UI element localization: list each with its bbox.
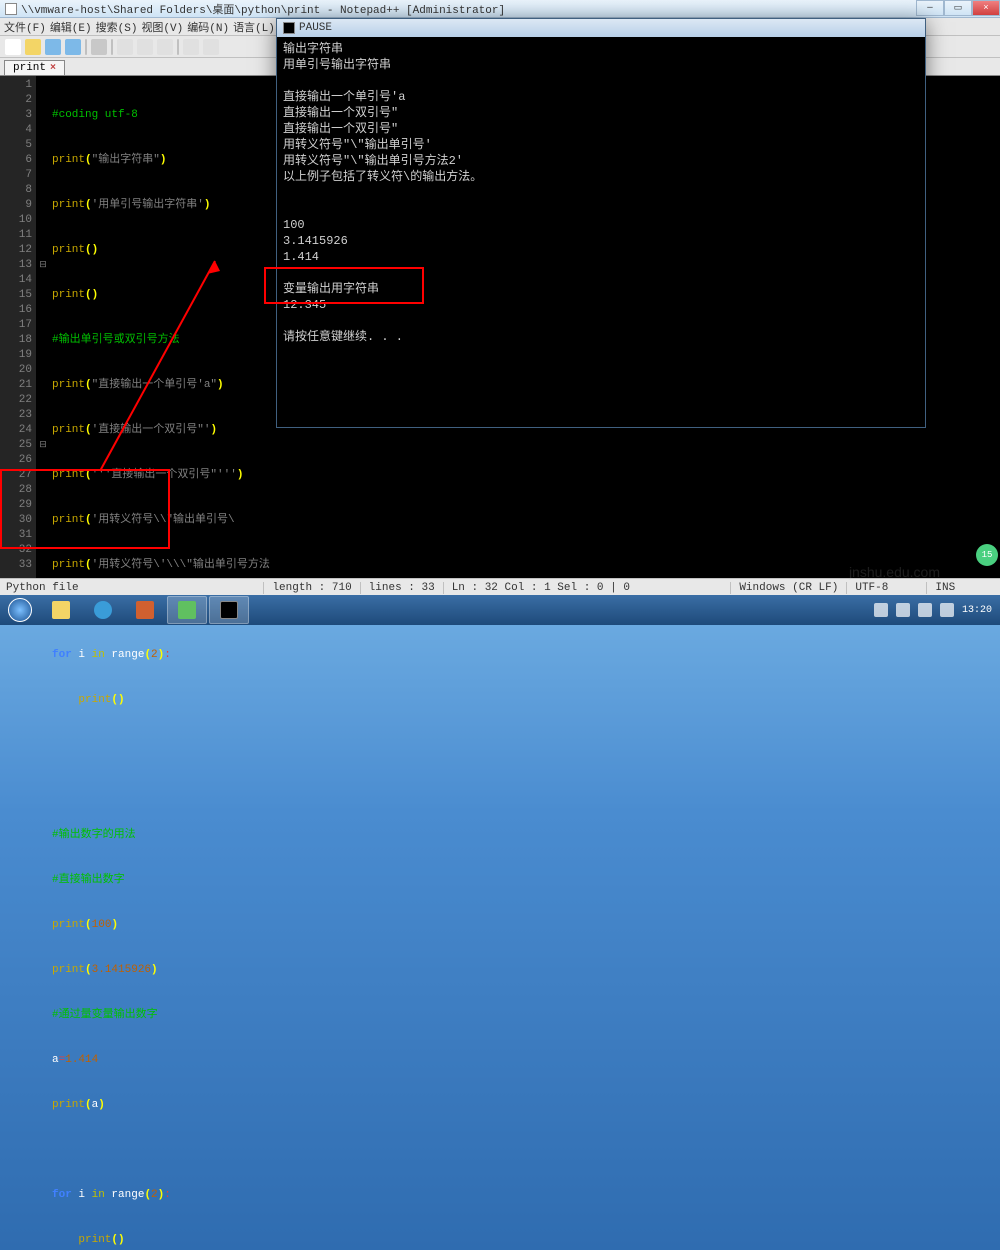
save-icon[interactable] xyxy=(45,39,61,55)
menu-edit[interactable]: 编辑(E) xyxy=(50,19,92,35)
window-title: \\vmware-host\Shared Folders\桌面\python\p… xyxy=(21,1,505,17)
tab-print[interactable]: print × xyxy=(4,60,65,75)
system-tray: 13:20 xyxy=(866,603,1000,617)
console-icon xyxy=(283,22,295,34)
console-output: 输出字符串 用单引号输出字符串 直接输出一个单引号'a 直接输出一个双引号" 直… xyxy=(277,37,925,349)
badge-icon[interactable]: 15 xyxy=(976,544,998,566)
close-button[interactable]: × xyxy=(972,0,1000,16)
doc-icon xyxy=(5,3,17,15)
minimize-button[interactable]: ─ xyxy=(916,0,944,16)
windows-orb-icon xyxy=(8,598,32,622)
menu-search[interactable]: 搜索(S) xyxy=(96,19,138,35)
watermark: jnshu.edu.com xyxy=(849,564,940,580)
fold-margin: ⊟⊟ xyxy=(36,76,50,578)
menu-encoding[interactable]: 编码(N) xyxy=(187,19,229,35)
print-icon[interactable] xyxy=(91,39,107,55)
console-title-bar: PAUSE xyxy=(277,19,925,37)
tab-close-icon[interactable]: × xyxy=(50,63,56,74)
window-controls: ─ ▭ × xyxy=(916,0,1000,16)
redo-icon[interactable] xyxy=(203,39,219,55)
separator xyxy=(111,39,113,55)
clock[interactable]: 13:20 xyxy=(962,605,992,616)
open-icon[interactable] xyxy=(25,39,41,55)
new-icon[interactable] xyxy=(5,39,21,55)
tray-volume-icon[interactable] xyxy=(940,603,954,617)
cut-icon[interactable] xyxy=(117,39,133,55)
tab-label: print xyxy=(13,62,46,74)
task-app1[interactable] xyxy=(125,596,165,624)
start-button[interactable] xyxy=(0,595,40,625)
title-bar: \\vmware-host\Shared Folders\桌面\python\p… xyxy=(0,0,1000,18)
menu-view[interactable]: 视图(V) xyxy=(141,19,183,35)
task-cmd[interactable] xyxy=(209,596,249,624)
line-numbers: 1234567891011121314151617181920212223242… xyxy=(0,76,36,578)
undo-icon[interactable] xyxy=(183,39,199,55)
separator xyxy=(177,39,179,55)
task-notepadpp[interactable] xyxy=(167,596,207,624)
task-ie[interactable] xyxy=(83,596,123,624)
maximize-button[interactable]: ▭ xyxy=(944,0,972,16)
tray-chevron-icon[interactable] xyxy=(874,603,888,617)
tray-flag-icon[interactable] xyxy=(896,603,910,617)
separator xyxy=(85,39,87,55)
paste-icon[interactable] xyxy=(157,39,173,55)
menu-file[interactable]: 文件(F) xyxy=(4,19,46,35)
copy-icon[interactable] xyxy=(137,39,153,55)
taskbar: 13:20 xyxy=(0,595,1000,625)
console-title: PAUSE xyxy=(299,22,332,34)
task-explorer[interactable] xyxy=(41,596,81,624)
save-all-icon[interactable] xyxy=(65,39,81,55)
code-line: #coding utf-8 xyxy=(52,109,138,121)
menu-language[interactable]: 语言(L) xyxy=(233,19,275,35)
tray-network-icon[interactable] xyxy=(918,603,932,617)
console-window[interactable]: PAUSE 输出字符串 用单引号输出字符串 直接输出一个单引号'a 直接输出一个… xyxy=(276,18,926,428)
